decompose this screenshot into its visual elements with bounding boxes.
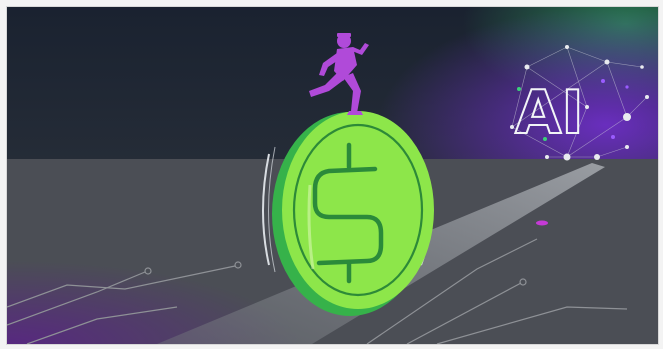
magenta-marker <box>536 220 548 226</box>
ai-letters: AI <box>515 78 584 148</box>
image-frame: AI <box>0 0 663 349</box>
scene-svg: AI <box>7 7 658 344</box>
illustration: AI <box>6 6 659 345</box>
